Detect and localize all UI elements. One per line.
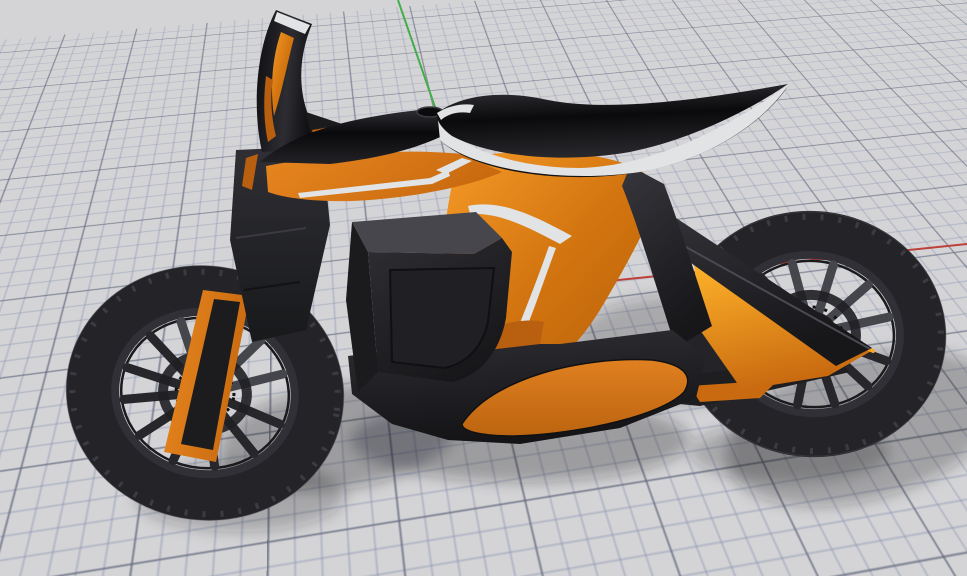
y-axis-line xyxy=(398,0,436,110)
viewport-3d[interactable] xyxy=(0,0,967,576)
battery-box-top[interactable] xyxy=(352,212,502,254)
scene-overlay xyxy=(0,0,967,576)
